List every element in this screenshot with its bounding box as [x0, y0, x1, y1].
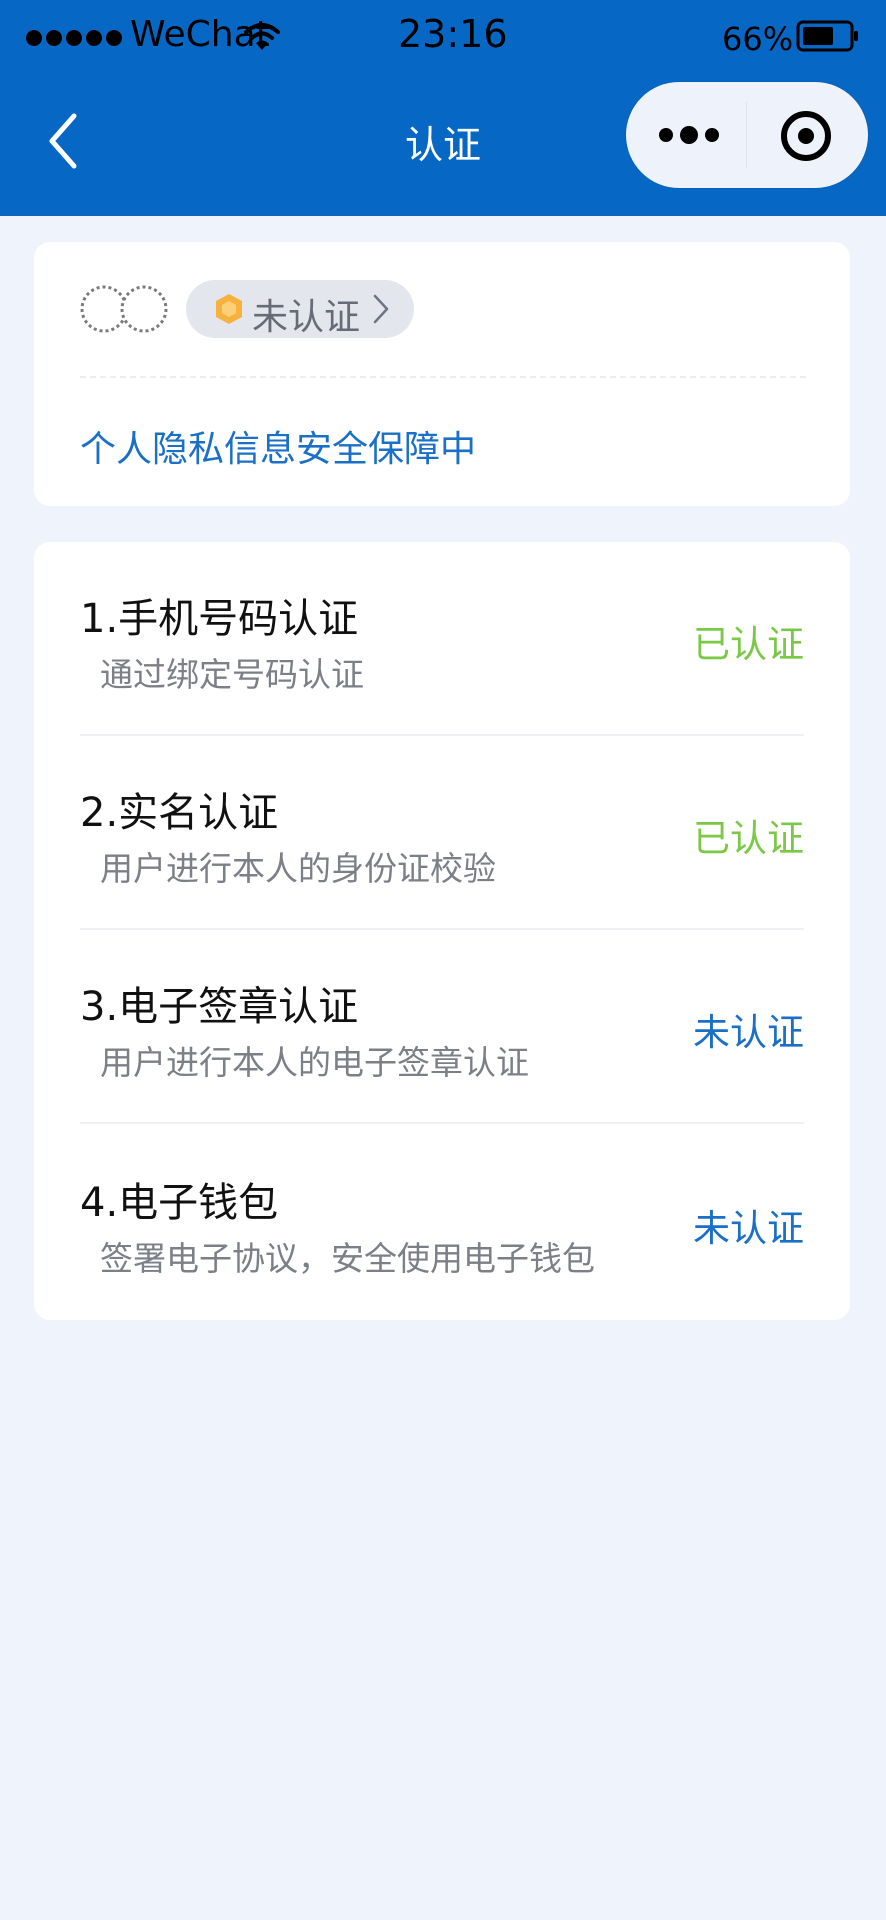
mini-program-capsule	[626, 82, 868, 188]
user-card: 未认证 个人隐私信息安全保障中	[34, 242, 850, 506]
wifi-icon	[244, 23, 280, 50]
item-description: 用户进行本人的电子签章认证	[100, 1043, 529, 1082]
item-description: 签署电子协议，安全使用电子钱包	[100, 1239, 595, 1278]
item-status: 已认证	[693, 623, 804, 666]
verification-item-esignature[interactable]: 3.电子签章认证 用户进行本人的电子签章认证 未认证	[34, 930, 850, 1124]
status-bar: WeChat 23:16 66%	[0, 0, 886, 72]
signal-dots-icon	[26, 30, 122, 46]
close-target-icon[interactable]	[778, 108, 834, 164]
item-description: 通过绑定号码认证	[100, 655, 364, 694]
chevron-right-icon	[373, 294, 389, 324]
verification-list: 1.手机号码认证 通过绑定号码认证 已认证 2.实名认证 用户进行本人的身份证校…	[34, 542, 850, 1320]
item-status: 未认证	[693, 1207, 804, 1250]
shield-icon	[216, 294, 242, 324]
privacy-notice: 个人隐私信息安全保障中	[80, 429, 477, 470]
avatar	[80, 285, 168, 333]
capsule-divider	[746, 102, 747, 168]
nav-bar: 认证	[0, 72, 886, 216]
item-title: 3.电子签章认证	[80, 984, 359, 1030]
verification-item-realname[interactable]: 2.实名认证 用户进行本人的身份证校验 已认证	[34, 736, 850, 930]
battery-percent: 66%	[722, 20, 794, 58]
status-time: 23:16	[398, 12, 508, 56]
badge-label: 未认证	[252, 297, 361, 338]
item-title: 4.电子钱包	[80, 1180, 279, 1226]
item-status: 未认证	[693, 1011, 804, 1054]
verification-badge[interactable]: 未认证	[186, 280, 414, 338]
item-description: 用户进行本人的身份证校验	[100, 849, 496, 888]
divider	[80, 1122, 804, 1124]
more-icon[interactable]	[654, 110, 724, 160]
verification-item-ewallet[interactable]: 4.电子钱包 签署电子协议，安全使用电子钱包 未认证	[34, 1126, 850, 1320]
item-title: 2.实名认证	[80, 790, 279, 836]
item-title: 1.手机号码认证	[80, 596, 359, 642]
item-status: 已认证	[693, 817, 804, 860]
divider	[80, 376, 806, 378]
header: WeChat 23:16 66% 认证	[0, 0, 886, 216]
battery-icon	[796, 20, 858, 52]
verification-item-phone[interactable]: 1.手机号码认证 通过绑定号码认证 已认证	[34, 542, 850, 736]
